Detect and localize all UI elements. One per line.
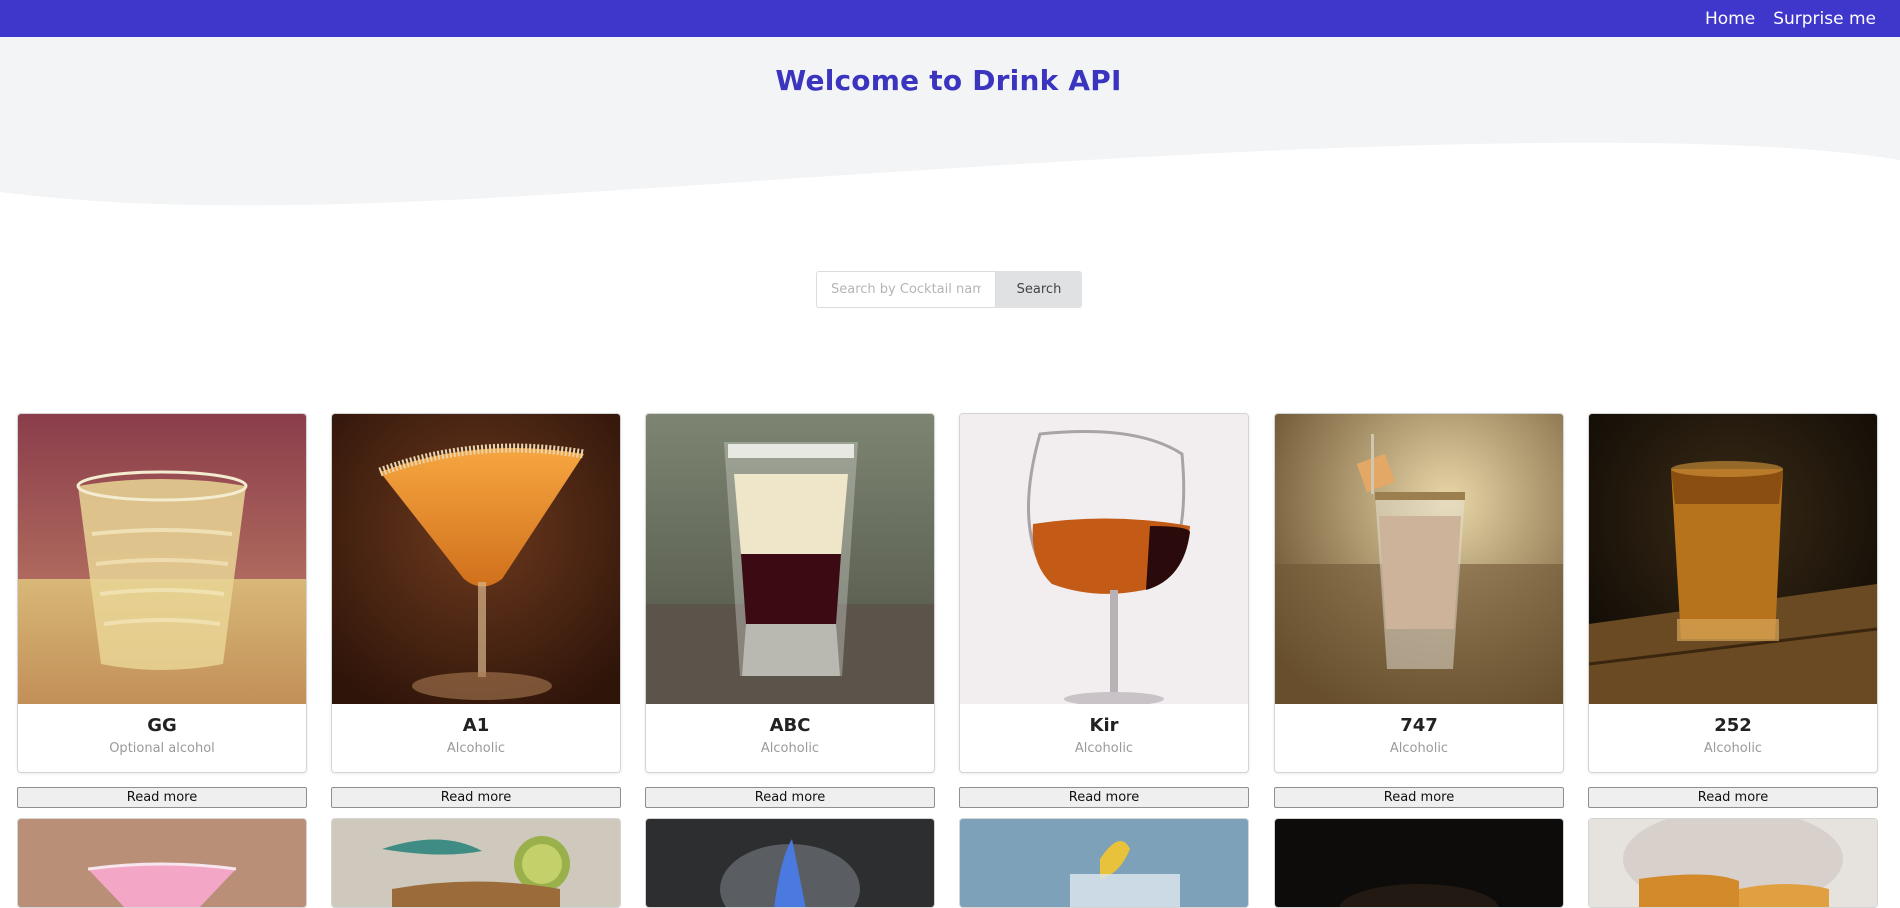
nav-links: Home Surprise me [1705, 0, 1876, 37]
search-input[interactable] [816, 271, 996, 308]
drink-card[interactable] [1274, 818, 1564, 908]
drink-image[interactable] [18, 819, 306, 908]
drink-card[interactable] [959, 818, 1249, 908]
drink-image[interactable] [332, 414, 620, 704]
drink-category: Alcoholic [760, 741, 820, 756]
read-more-button[interactable]: Read more [959, 787, 1249, 808]
drink-card[interactable] [1588, 818, 1878, 908]
drink-category: Alcoholic [1703, 741, 1763, 756]
drink-image[interactable] [1589, 414, 1877, 704]
nav-home-link[interactable]: Home [1705, 9, 1755, 29]
drink-image[interactable] [332, 819, 620, 908]
search-bar: Search [816, 271, 1082, 308]
drink-name: Kir [1089, 715, 1119, 736]
read-more-button[interactable]: Read more [1588, 787, 1878, 808]
drink-name: 747 [1400, 715, 1438, 736]
drink-category: Alcoholic [1074, 741, 1134, 756]
drink-card[interactable] [331, 818, 621, 908]
drink-card[interactable]: Kir Alcoholic [959, 413, 1249, 773]
drink-image[interactable] [646, 819, 934, 908]
drink-card[interactable]: GG Optional alcohol [17, 413, 307, 773]
read-more-button[interactable]: Read more [1274, 787, 1564, 808]
drink-name: GG [147, 715, 177, 736]
drink-image[interactable] [1275, 819, 1563, 908]
read-more-button[interactable]: Read more [331, 787, 621, 808]
nav-surprise-link[interactable]: Surprise me [1773, 9, 1876, 29]
page-title: Welcome to Drink API [775, 64, 1122, 97]
drink-card[interactable]: 747 Alcoholic [1274, 413, 1564, 773]
drink-image[interactable] [960, 819, 1248, 908]
drink-image[interactable] [646, 414, 934, 704]
drink-category: Optional alcohol [109, 741, 215, 756]
drink-name: ABC [769, 715, 811, 736]
drink-card[interactable]: ABC Alcoholic [645, 413, 935, 773]
drink-image[interactable] [1589, 819, 1877, 908]
drink-image[interactable] [18, 414, 306, 704]
drink-image[interactable] [1275, 414, 1563, 704]
drink-name: A1 [462, 715, 490, 736]
drink-card[interactable] [645, 818, 935, 908]
search-button[interactable]: Search [996, 271, 1082, 308]
drink-category: Alcoholic [1389, 741, 1449, 756]
read-more-button[interactable]: Read more [645, 787, 935, 808]
drink-card[interactable] [17, 818, 307, 908]
drink-image[interactable] [960, 414, 1248, 704]
drink-card[interactable]: A1 Alcoholic [331, 413, 621, 773]
drink-card[interactable]: 252 Alcoholic [1588, 413, 1878, 773]
drink-category: Alcoholic [446, 741, 506, 756]
read-more-button[interactable]: Read more [17, 787, 307, 808]
top-nav: Home Surprise me [0, 0, 1900, 37]
drink-name: 252 [1714, 715, 1752, 736]
